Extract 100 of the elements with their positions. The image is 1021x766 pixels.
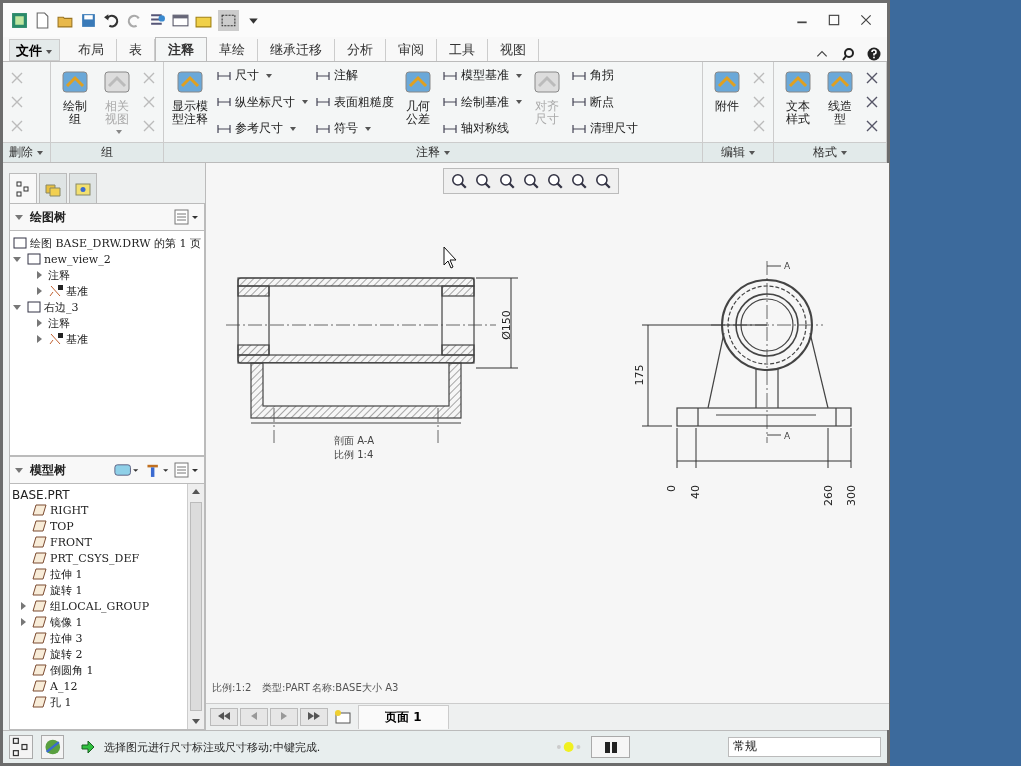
dimension-label: 260 [822, 485, 835, 506]
view-tool-icon[interactable] [522, 172, 540, 190]
tool-icon[interactable] [864, 70, 880, 86]
tree-icon[interactable] [9, 735, 33, 759]
tree-item[interactable]: BASE.PRT [12, 487, 187, 502]
expand-arrow-icon[interactable] [12, 302, 22, 312]
expand-arrow-icon[interactable] [34, 318, 44, 328]
ribbon-button[interactable]: 纵坐标尺寸 [216, 92, 309, 112]
view-tool-icon[interactable] [450, 172, 468, 190]
ribbon-button[interactable]: 模型基准 [442, 66, 523, 85]
help-icon[interactable] [867, 47, 881, 61]
tree-item[interactable]: RIGHT [12, 502, 185, 518]
ribbon-button[interactable]: 清理尺寸 [571, 119, 638, 138]
last-page-button[interactable] [300, 708, 328, 726]
ribbon-button[interactable]: 显示模型注释 [170, 66, 210, 138]
tool-icon[interactable] [864, 94, 880, 110]
group-label[interactable]: 编辑 [703, 142, 773, 162]
ribbon-button[interactable]: 断点 [571, 92, 638, 112]
ribbon-button[interactable]: 绘制组 [57, 66, 93, 138]
expand-arrow-icon[interactable] [18, 617, 28, 627]
browser-icon[interactable] [40, 735, 65, 759]
tree-item[interactable]: 基准 [12, 331, 202, 347]
tree-item[interactable]: 基准 [12, 283, 202, 299]
ribbon-button[interactable]: 注解 [315, 66, 394, 85]
new-page-icon[interactable] [334, 709, 352, 725]
new-file-icon[interactable] [34, 11, 51, 29]
tree-item[interactable]: 镜像 1 [12, 614, 185, 630]
caret-icon [36, 148, 44, 157]
find-button[interactable] [590, 736, 631, 758]
ribbon-button[interactable]: 符号 [315, 119, 394, 138]
save-icon[interactable] [80, 11, 97, 29]
tree-item[interactable]: 注释 [12, 315, 202, 331]
first-page-button[interactable] [210, 708, 238, 726]
settings-icon[interactable] [144, 462, 170, 478]
tree-item[interactable]: new_view_2 [12, 251, 202, 267]
caret-icon [515, 98, 523, 106]
tree-item[interactable]: 右边_3 [12, 299, 202, 315]
view-icon [26, 299, 42, 315]
tree-item[interactable]: 绘图 BASE_DRW.DRW 的第 1 页 [12, 235, 202, 251]
tree-tab[interactable] [9, 173, 37, 203]
tree-item[interactable]: 组LOCAL_GROUP [12, 598, 185, 614]
list-options-icon[interactable] [174, 209, 200, 225]
selection-box-icon[interactable] [218, 9, 239, 31]
collapse-arrow-icon[interactable] [14, 212, 24, 222]
maximize-icon[interactable] [827, 13, 841, 27]
expand-arrow-icon[interactable] [12, 254, 22, 264]
tree-item[interactable]: 拉伸 3 [12, 630, 185, 646]
scroll-down-icon[interactable] [191, 716, 201, 726]
tree-item[interactable]: PRT_CSYS_DEF [12, 550, 185, 566]
binoculars-icon [602, 739, 619, 755]
group-label[interactable]: 注释 [164, 142, 702, 162]
tool-icon[interactable] [864, 118, 880, 134]
ribbon-button[interactable]: 附件 [709, 66, 745, 138]
view-icon [12, 235, 28, 251]
expand-arrow-icon[interactable] [34, 286, 44, 296]
group-label[interactable]: 组 [51, 142, 163, 162]
view-tool-icon[interactable] [594, 172, 612, 190]
expand-arrow-icon[interactable] [34, 270, 44, 280]
tree-item[interactable]: 注释 [12, 267, 202, 283]
ribbon-tab[interactable]: 注释 [155, 37, 207, 61]
sheet-info-label: 大小 A3 [362, 682, 399, 693]
ribbon-button[interactable]: 文本样式 [780, 66, 816, 138]
page-tab[interactable]: 页面 1 [358, 705, 449, 729]
tree-item[interactable]: 旋转 2 [12, 646, 185, 662]
collapse-arrow-icon[interactable] [14, 465, 24, 475]
feature-icon [32, 646, 48, 662]
expand-arrow-icon[interactable] [18, 601, 28, 611]
app-icon[interactable] [11, 11, 28, 29]
scrollbar[interactable] [187, 484, 204, 729]
tree-item[interactable]: 旋转 1 [12, 582, 185, 598]
tree-item[interactable]: TOP [12, 518, 185, 534]
ribbon-button[interactable]: 几何公差 [400, 66, 436, 138]
view-tool-icon[interactable] [546, 172, 564, 190]
view-tool-icon[interactable] [474, 172, 492, 190]
expand-arrow-icon[interactable] [34, 334, 44, 344]
file-menu-button[interactable]: 文件 [9, 39, 60, 61]
favorites-tab[interactable] [69, 173, 97, 203]
list-options-icon[interactable] [174, 462, 200, 478]
tree-item[interactable]: FRONT [12, 534, 185, 550]
ribbon-button[interactable]: 角拐 [571, 66, 638, 85]
search-icon[interactable] [841, 47, 855, 61]
model-display-icon[interactable] [114, 462, 140, 478]
view-tool-icon[interactable] [498, 172, 516, 190]
ribbon-button[interactable]: 尺寸 [216, 66, 309, 85]
scroll-up-icon[interactable] [191, 487, 201, 497]
ribbon-button[interactable]: 轴对称线 [442, 119, 523, 138]
group-label[interactable]: 格式 [774, 142, 886, 162]
tree-item[interactable]: 拉伸 1 [12, 566, 185, 582]
double-right-arrow-icon [307, 712, 321, 720]
tree-item[interactable]: 孔 1 [12, 694, 185, 710]
tree-item[interactable]: A_12 [12, 678, 185, 694]
tree-item[interactable]: 倒圆角 1 [12, 662, 185, 678]
filter-dropdown[interactable]: 常规 [728, 737, 881, 757]
view-tool-icon[interactable] [570, 172, 588, 190]
ribbon-button[interactable]: 表面粗糙度 [315, 92, 394, 112]
group-label[interactable]: 删除 [3, 142, 50, 162]
ribbon-button[interactable]: 线造型 [822, 66, 858, 138]
ribbon-button[interactable]: 绘制基准 [442, 92, 523, 112]
ribbon-button[interactable]: 参考尺寸 [216, 119, 309, 138]
close-icon[interactable] [859, 13, 873, 27]
